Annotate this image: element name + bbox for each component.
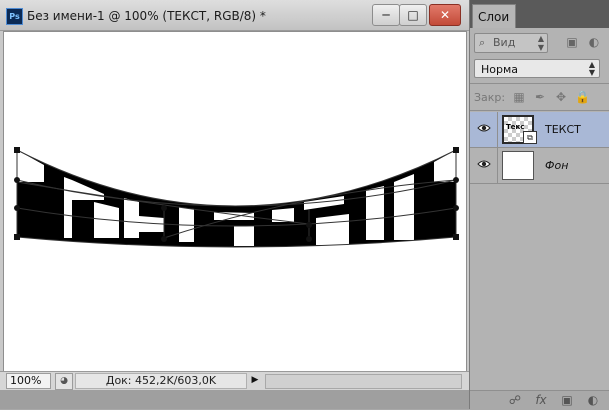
status-bar: 100% ◕ Док: 452,2K/603,0K ▶ (0, 371, 469, 391)
smart-object-icon: ⧉ (523, 131, 537, 144)
lock-brush-icon[interactable]: ✒ (533, 90, 547, 104)
panel-divider (470, 110, 609, 111)
blend-mode-select[interactable]: Норма ▲ ▼ (474, 59, 600, 78)
document-window: Ps Без имени-1 @ 100% (ТЕКСТ, RGB/8) * ─… (0, 0, 469, 409)
search-icon: ⌕ (479, 36, 486, 49)
status-menu-icon: ◕ (60, 376, 68, 386)
layer-thumbnail (502, 151, 534, 180)
photoshop-app-icon: Ps (6, 8, 23, 25)
layers-panel-body: ⌕ Вид ▲ ▼ ▣ ◐ Норма ▲ ▼ Закр: ▦ ✒ ✥ 🔒 Те… (470, 28, 609, 410)
layers-panel-footer: ☍ fx ▣ ◐ (470, 390, 609, 410)
document-size-info: Док: 452,2K/603,0K (75, 373, 247, 389)
lock-row: Закр: ▦ ✒ ✥ 🔒 (474, 88, 606, 108)
thumbnail-text: Текс (506, 123, 525, 131)
eye-icon (477, 160, 491, 168)
blend-mode-label: Норма (481, 63, 519, 76)
layer-row-text[interactable]: Текс ⧉ ТЕКСТ (470, 112, 609, 148)
lock-move-icon[interactable]: ✥ (554, 90, 568, 104)
close-button[interactable]: ✕ (429, 4, 461, 26)
layer-thumbnail: Текс ⧉ (502, 115, 537, 144)
panel-tabbar: Слои (470, 0, 609, 28)
select-arrows-icon: ▲ ▼ (537, 34, 544, 52)
warp-canvas-svg (14, 147, 459, 248)
layers-panel: Слои ⌕ Вид ▲ ▼ ▣ ◐ Норма ▲ ▼ Закр: ▦ ✒ ✥ 🔒 (469, 0, 609, 410)
tab-layers[interactable]: Слои (472, 4, 516, 28)
lock-all-icon[interactable]: 🔒 (575, 90, 590, 104)
workspace-background (0, 390, 469, 409)
close-icon: ✕ (439, 8, 451, 22)
adjustment-icon[interactable]: ◐ (584, 393, 602, 408)
document-title: Без имени-1 @ 100% (ТЕКСТ, RGB/8) * (27, 9, 266, 23)
layer-filter-row: ⌕ Вид ▲ ▼ ▣ ◐ (474, 32, 606, 54)
link-icon[interactable]: ☍ (506, 393, 524, 408)
visibility-toggle[interactable] (470, 112, 498, 147)
horizontal-scrollbar[interactable] (265, 374, 462, 389)
zoom-field[interactable]: 100% (6, 373, 51, 389)
minimize-button[interactable]: ─ (372, 4, 400, 26)
adjustment-filter-icon[interactable]: ◐ (587, 35, 601, 49)
maximize-icon: □ (407, 8, 419, 22)
visibility-toggle[interactable] (470, 148, 498, 183)
mask-icon[interactable]: ▣ (558, 393, 576, 408)
eye-icon (477, 124, 491, 132)
status-menu-button[interactable]: ◕ (55, 373, 73, 390)
filter-kind-select[interactable]: ⌕ Вид ▲ ▼ (474, 33, 548, 53)
layer-name[interactable]: Фон (545, 159, 568, 172)
fx-icon[interactable]: fx (532, 393, 550, 408)
select-arrows-icon: ▲ ▼ (588, 60, 595, 77)
lock-transparent-icon[interactable]: ▦ (512, 90, 526, 104)
maximize-button[interactable]: □ (399, 4, 427, 26)
filter-kind-label: Вид (493, 36, 516, 49)
layer-row-background[interactable]: Фон (470, 148, 609, 184)
status-arrow-button[interactable]: ▶ (248, 373, 262, 388)
lock-label: Закр: (474, 91, 506, 104)
document-titlebar[interactable]: Ps Без имени-1 @ 100% (ТЕКСТ, RGB/8) * ─… (0, 0, 469, 31)
layer-name[interactable]: ТЕКСТ (545, 123, 581, 136)
document-canvas[interactable] (3, 31, 467, 372)
panel-divider (470, 83, 609, 84)
minimize-icon: ─ (382, 8, 390, 22)
image-filter-icon[interactable]: ▣ (565, 35, 579, 49)
play-arrow-icon: ▶ (251, 375, 259, 385)
